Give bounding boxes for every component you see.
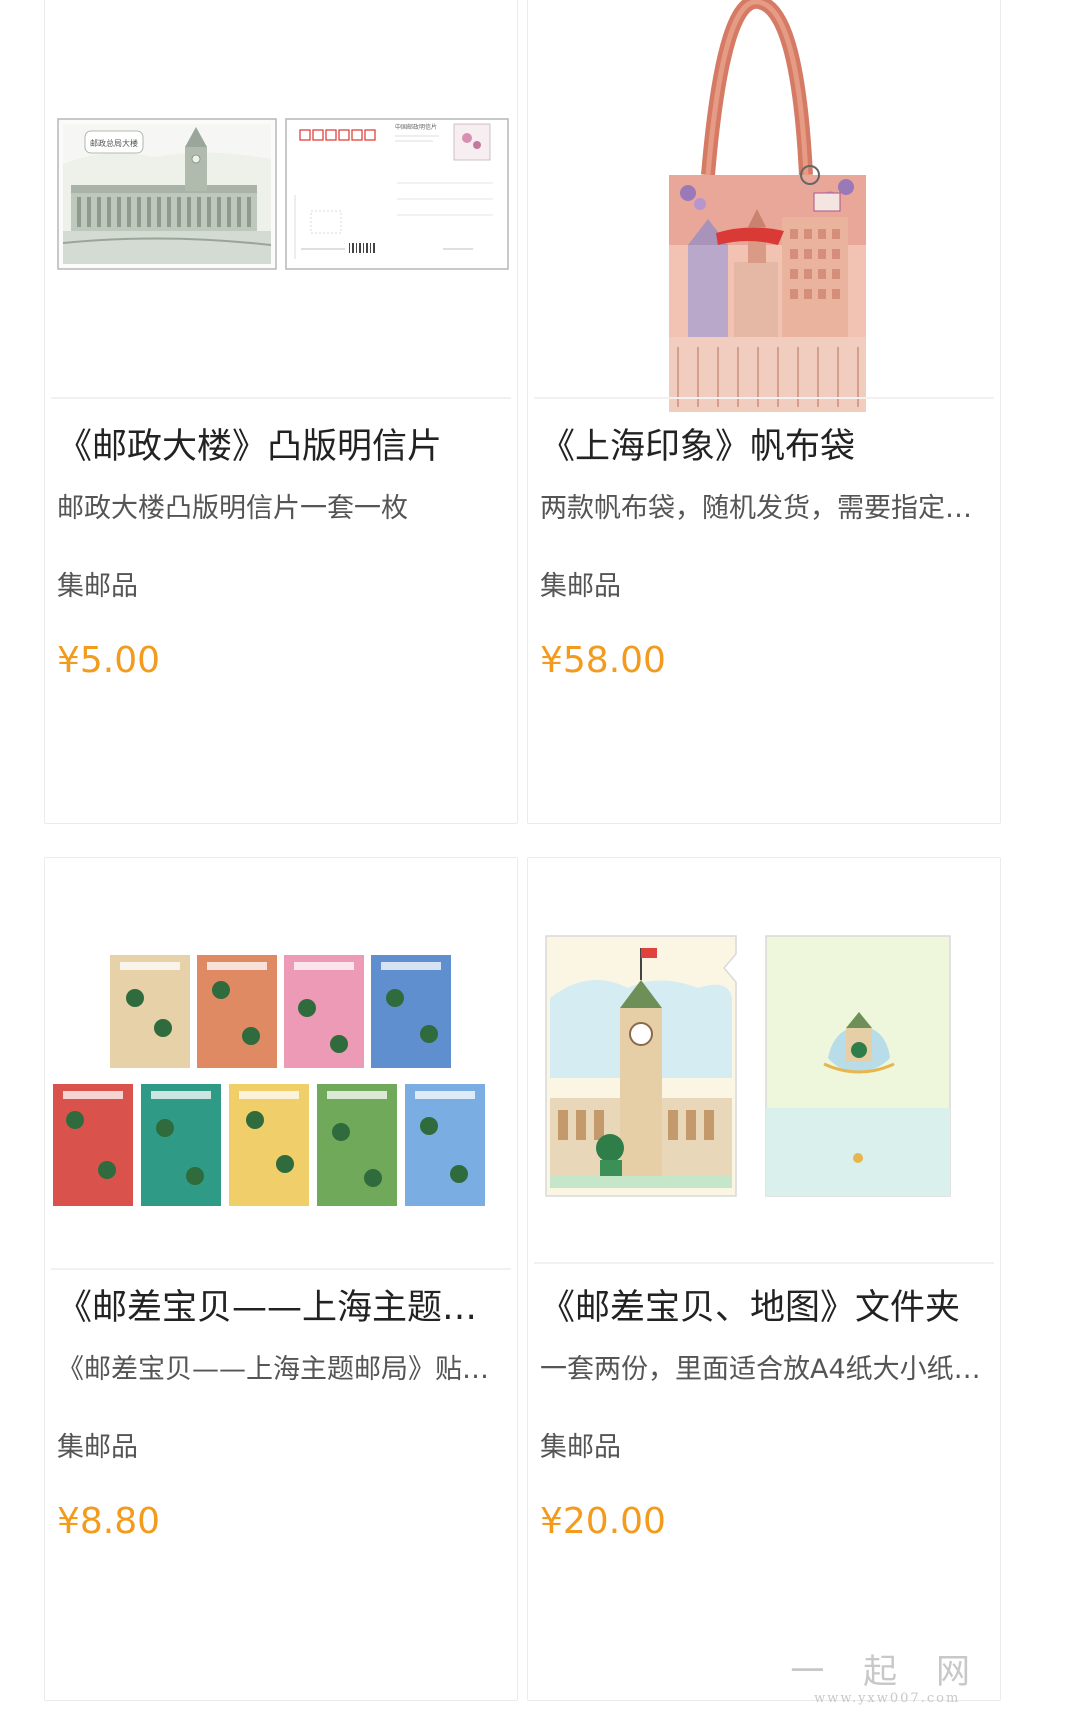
product-price: ¥58.00 (540, 640, 666, 681)
product-description: 两款帆布袋，随机发货，需要指定… (540, 493, 972, 524)
product-image-postcard[interactable]: 邮政总局大楼 中国邮政明信片 (45, 0, 517, 421)
product-price: ¥8.80 (57, 1501, 161, 1542)
product-image-stickers[interactable] (45, 858, 517, 1258)
product-grid-page: 邮政总局大楼 中国邮政明信片 《邮政大楼》凸版明信片 邮政大楼凸版明信片一套一枚… (0, 0, 1080, 1716)
product-description: 一套两份，里面适合放A4纸大小纸… (540, 1354, 981, 1385)
product-price: ¥20.00 (540, 1501, 666, 1542)
watermark-site: www.yxw007.com (814, 1691, 961, 1706)
watermark-logo: 一 起 网 (790, 1652, 984, 1692)
product-title[interactable]: 《上海印象》帆布袋 (540, 425, 988, 469)
product-description: 邮政大楼凸版明信片一套一枚 (57, 493, 408, 524)
product-image-tote-bag[interactable] (528, 0, 1000, 421)
card-divider (51, 397, 511, 399)
product-price: ¥5.00 (57, 640, 161, 681)
product-card[interactable]: 邮政总局大楼 中国邮政明信片 《邮政大楼》凸版明信片 邮政大楼凸版明信片一套一枚… (44, 0, 518, 824)
product-category: 集邮品 (540, 571, 621, 602)
product-description: 《邮差宝贝——上海主题邮局》贴… (57, 1354, 489, 1385)
product-card[interactable]: 《上海印象》帆布袋 两款帆布袋，随机发货，需要指定… 集邮品 ¥58.00 (527, 0, 1001, 824)
product-image-folders[interactable] (528, 858, 1000, 1258)
card-divider (534, 1262, 994, 1264)
product-title[interactable]: 《邮差宝贝——上海主题… (57, 1286, 505, 1330)
product-category: 集邮品 (57, 571, 138, 602)
card-divider (51, 1268, 511, 1270)
site-watermark: 一 起 网 www.yxw007.com (790, 1653, 984, 1706)
product-card[interactable]: 《邮差宝贝——上海主题… 《邮差宝贝——上海主题邮局》贴… 集邮品 ¥8.80 (44, 857, 518, 1701)
product-title[interactable]: 《邮政大楼》凸版明信片 (57, 425, 505, 469)
postcard-back-header: 中国邮政明信片 (395, 123, 437, 131)
product-category: 集邮品 (540, 1432, 621, 1463)
postcard-front-title: 邮政总局大楼 (90, 138, 138, 148)
card-divider (534, 397, 994, 399)
product-card[interactable]: 《邮差宝贝、地图》文件夹 一套两份，里面适合放A4纸大小纸… 集邮品 ¥20.0… (527, 857, 1001, 1701)
product-category: 集邮品 (57, 1432, 138, 1463)
product-title[interactable]: 《邮差宝贝、地图》文件夹 (540, 1286, 988, 1330)
